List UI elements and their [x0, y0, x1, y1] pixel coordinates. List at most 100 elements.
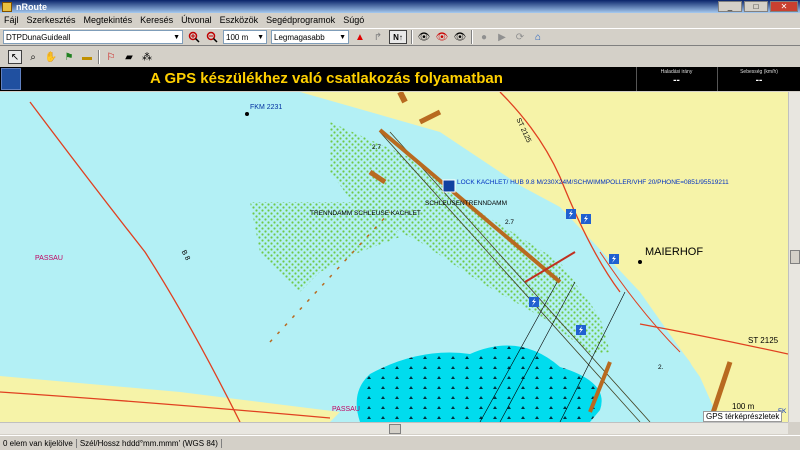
detail-select[interactable]: Legmagasabb ▼ [271, 30, 349, 44]
vertical-scroll-thumb[interactable] [790, 250, 800, 264]
toolbar-separator [98, 50, 100, 64]
trenndamm-label: TRENNDAMM SCHLEUSE KACHLET [310, 210, 421, 217]
menu-bar: Fájl Szerkesztés Megtekintés Keresés Útv… [0, 13, 800, 27]
hand-icon: ✋ [44, 51, 58, 63]
ruler-icon: ▬ [82, 51, 92, 63]
flag-icon: ⚑ [64, 51, 74, 63]
title-bar[interactable]: nRoute _ □ ✕ [0, 0, 800, 13]
map-canvas[interactable]: FKM 2231 PASSAU PASSAU B 8 ST 2125 ST 21… [0, 92, 788, 422]
zoom-in-button[interactable] [187, 30, 201, 44]
passau-label: PASSAU [35, 255, 63, 262]
cursor-icon: ↖ [10, 51, 20, 63]
menu-tools[interactable]: Eszközök [220, 15, 259, 25]
gps-status-banner: A GPS készülékhez való csatlakozás folya… [0, 67, 800, 91]
home-button[interactable]: ⌂ [531, 30, 545, 44]
lock-info-label: LOCK KACHLET/ HUB 9.8 M/230X24M/SCHWIMMP… [457, 179, 729, 186]
selection-status: 0 elem van kijelölve [0, 438, 77, 448]
record-icon: ● [480, 31, 488, 43]
menu-search[interactable]: Keresés [140, 15, 173, 25]
red-triangle-icon: ▲ [355, 31, 365, 43]
maierhof-label: MAIERHOF [645, 246, 704, 258]
north-up-button[interactable]: N↑ [389, 30, 407, 44]
menu-file[interactable]: Fájl [4, 15, 19, 25]
find-route-button[interactable]: 👁 [453, 30, 467, 44]
schleuse-label: SCHLEUSENTRENNDAMM [425, 200, 507, 207]
fkm-label: FKM 2231 [250, 104, 283, 111]
lightning-warning-icon [609, 254, 619, 264]
find-button[interactable]: 👁 [417, 30, 431, 44]
map-scale: 100 m [732, 402, 755, 411]
passau-label: PASSAU [332, 406, 360, 413]
turn-button[interactable]: ↱ [371, 30, 385, 44]
select-tool-button[interactable]: ↖ [8, 50, 22, 64]
pan-tool-button[interactable]: ✋ [44, 50, 58, 64]
main-toolbar: DTPDunaGuideall ▼ 100 m ▼ Legmagasabb ▼ … [0, 28, 800, 46]
chevron-down-icon: ▼ [339, 33, 346, 41]
refresh-icon: ⟳ [515, 31, 525, 43]
maximize-button[interactable]: □ [744, 1, 768, 12]
close-button[interactable]: ✕ [770, 1, 798, 12]
horizontal-scroll-thumb[interactable] [389, 424, 401, 434]
find-next-button[interactable]: 👁 [435, 30, 449, 44]
track-tool-button[interactable]: ⁂ [140, 50, 154, 64]
minimize-button[interactable]: _ [718, 1, 742, 12]
record-button[interactable]: ● [477, 30, 491, 44]
route-tool-button[interactable]: ⚐ [104, 50, 118, 64]
window-title: nRoute [16, 1, 47, 12]
play-button[interactable]: ▶ [495, 30, 509, 44]
vertical-scrollbar[interactable] [788, 92, 800, 422]
magnifier-icon: ⌕ [30, 51, 36, 63]
depth-label: 2. [658, 364, 664, 371]
toolbar-separator [471, 30, 473, 44]
map-select[interactable]: DTPDunaGuideall ▼ [3, 30, 183, 44]
map-select-value: DTPDunaGuideall [6, 32, 71, 42]
zoom-tool-button[interactable]: ⌕ [26, 50, 40, 64]
vehicle-icon: ▰ [125, 51, 133, 63]
zoom-out-icon [206, 31, 218, 43]
app-window: nRoute _ □ ✕ Fájl Szerkesztés Megtekinté… [0, 0, 800, 450]
route-flag-icon: ⚐ [106, 51, 116, 63]
lightning-warning-icon [566, 209, 576, 219]
zoom-out-button[interactable] [205, 30, 219, 44]
vehicle-tool-button[interactable]: ▰ [122, 50, 136, 64]
road-st2125-east-label: ST 2125 [748, 336, 779, 345]
zoom-level-value: 100 m [226, 32, 249, 42]
direction-button[interactable]: ▲ [353, 30, 367, 44]
chevron-down-icon: ▼ [257, 33, 264, 41]
tools-toolbar: ↖ ⌕ ✋ ⚑ ▬ ⚐ ▰ ⁂ [0, 47, 800, 67]
gps-connecting-message: A GPS készülékhez való csatlakozás folya… [150, 70, 503, 87]
depth-label: 2.7 [505, 219, 515, 226]
turn-arrow-icon: ↱ [373, 31, 383, 43]
binoculars-route-icon: 👁 [453, 31, 467, 43]
status-bar: 0 elem van kijelölve Szél/Hossz hddd°mm.… [0, 435, 800, 450]
menu-edit[interactable]: Szerkesztés [27, 15, 76, 25]
heading-box: Haladási irány -- [636, 67, 716, 91]
menu-utilities[interactable]: Segédprogramok [266, 15, 335, 25]
lightning-warning-icon [576, 325, 586, 335]
depth-label: 2.7 [372, 144, 382, 151]
lightning-warning-icon [581, 214, 591, 224]
coordinate-format-status: Szél/Hossz hddd°mm.mmm' (WGS 84) [77, 438, 222, 448]
zoom-level-select[interactable]: 100 m ▼ [223, 30, 267, 44]
measure-tool-button[interactable]: ▬ [80, 50, 94, 64]
detail-select-value: Legmagasabb [274, 32, 325, 42]
menu-route[interactable]: Útvonal [181, 15, 212, 25]
gps-logo-icon [1, 68, 21, 90]
lightning-warning-icon [529, 297, 539, 307]
weir-structure [397, 92, 408, 104]
binoculars-icon: 👁 [417, 31, 431, 43]
binoculars-red-icon: 👁 [435, 31, 449, 43]
menu-view[interactable]: Megtekintés [84, 15, 133, 25]
heading-value: -- [673, 75, 680, 86]
gps-map-detail-tag[interactable]: GPS térképrészletek [703, 411, 783, 422]
toolbar-separator [411, 30, 413, 44]
pier-structure [418, 109, 442, 125]
lock-marker-icon [442, 179, 456, 193]
refresh-button[interactable]: ⟳ [513, 30, 527, 44]
horizontal-scrollbar[interactable] [0, 422, 788, 434]
app-icon [2, 1, 12, 12]
speed-value: -- [755, 75, 763, 86]
menu-help[interactable]: Súgó [343, 15, 364, 25]
waypoint-tool-button[interactable]: ⚑ [62, 50, 76, 64]
maierhof-marker [638, 260, 642, 264]
